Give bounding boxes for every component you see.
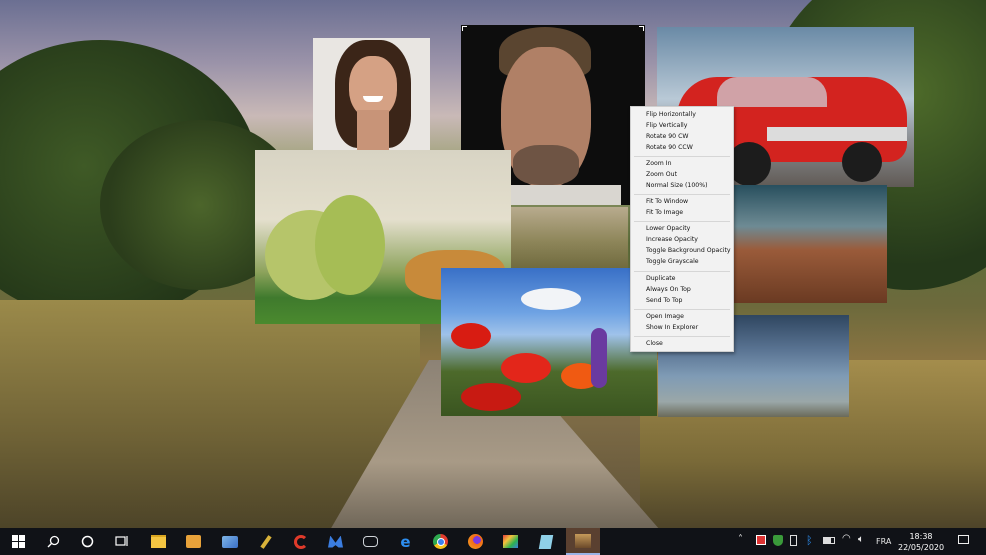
- clock-date: 22/05/2020: [898, 543, 945, 552]
- menu-item-open-image[interactable]: Open Image: [646, 313, 684, 320]
- image-canyon[interactable]: [732, 185, 887, 303]
- image-poppy-field[interactable]: [441, 268, 657, 416]
- notification-center-icon[interactable]: [958, 535, 969, 544]
- menu-separator: [634, 156, 730, 157]
- task-view-icon[interactable]: [113, 533, 130, 550]
- windows-start-icon[interactable]: [10, 533, 27, 550]
- menu-item-zoom-in[interactable]: Zoom In: [646, 160, 672, 167]
- menu-separator: [634, 309, 730, 310]
- tray-app-icon[interactable]: [756, 535, 766, 545]
- menu-item-show-in-explorer[interactable]: Show In Explorer: [646, 324, 698, 331]
- menu-item-always-on-top[interactable]: Always On Top: [646, 286, 691, 293]
- menu-item-flip-vertically[interactable]: Flip Vertically: [646, 122, 687, 129]
- menu-item-increase-opacity[interactable]: Increase Opacity: [646, 236, 698, 243]
- cortana-icon[interactable]: [79, 533, 96, 550]
- image-viewer-icon[interactable]: [566, 528, 600, 555]
- ccleaner-icon[interactable]: [292, 533, 309, 550]
- system-clock[interactable]: 18:38 22/05/2020: [898, 531, 944, 553]
- menu-item-rotate-90-ccw[interactable]: Rotate 90 CCW: [646, 144, 693, 151]
- cleaner-icon[interactable]: [257, 533, 274, 550]
- menu-item-normal-size[interactable]: Normal Size (100%): [646, 182, 708, 189]
- menu-separator: [634, 271, 730, 272]
- firefox-icon[interactable]: [467, 533, 484, 550]
- menu-item-duplicate[interactable]: Duplicate: [646, 275, 675, 282]
- menu-separator: [634, 194, 730, 195]
- image-autumn-park[interactable]: [511, 207, 628, 269]
- chrome-icon[interactable]: [432, 533, 449, 550]
- image-woman-portrait[interactable]: [313, 38, 430, 150]
- battery-icon[interactable]: [823, 537, 835, 544]
- menu-item-toggle-grayscale[interactable]: Toggle Grayscale: [646, 258, 699, 265]
- menu-item-fit-to-image[interactable]: Fit To Image: [646, 209, 683, 216]
- menu-item-rotate-90-cw[interactable]: Rotate 90 CW: [646, 133, 689, 140]
- chevron-up-icon[interactable]: ˄: [738, 534, 743, 545]
- media-player-icon[interactable]: [185, 533, 202, 550]
- camera-app-icon[interactable]: [362, 533, 379, 550]
- photo-app-icon[interactable]: [221, 533, 238, 550]
- edge-icon[interactable]: e: [397, 533, 414, 551]
- paint-icon[interactable]: [502, 533, 519, 550]
- menu-item-toggle-background-opacity[interactable]: Toggle Background Opacity: [646, 247, 731, 254]
- image-context-menu: Flip Horizontally Flip Vertically Rotate 9…: [630, 106, 734, 352]
- security-icon[interactable]: [773, 535, 783, 546]
- malwarebytes-icon[interactable]: [327, 533, 344, 550]
- menu-item-send-to-top[interactable]: Send To Top: [646, 297, 682, 304]
- file-explorer-icon[interactable]: [150, 533, 167, 550]
- language-indicator[interactable]: FRA: [876, 537, 891, 546]
- notepad-icon[interactable]: [537, 533, 554, 550]
- bluetooth-icon[interactable]: ᛒ: [806, 534, 813, 547]
- volume-icon[interactable]: 🔈︎: [858, 534, 864, 545]
- menu-item-zoom-out[interactable]: Zoom Out: [646, 171, 677, 178]
- search-icon[interactable]: [45, 533, 62, 550]
- menu-separator: [634, 221, 730, 222]
- resize-handle[interactable]: [462, 26, 467, 31]
- taskbar: e ˄ ᛒ ◠ 🔈︎ FRA 18:38 22/05/2020: [0, 528, 986, 555]
- resize-handle[interactable]: [639, 26, 644, 31]
- menu-item-flip-horizontally[interactable]: Flip Horizontally: [646, 111, 696, 118]
- menu-item-lower-opacity[interactable]: Lower Opacity: [646, 225, 690, 232]
- clock-time: 18:38: [909, 532, 933, 541]
- menu-separator: [634, 336, 730, 337]
- menu-item-fit-to-window[interactable]: Fit To Window: [646, 198, 688, 205]
- desktop-wallpaper: Flip Horizontally Flip Vertically Rotate 9…: [0, 0, 986, 528]
- menu-item-close[interactable]: Close: [646, 340, 663, 347]
- wifi-icon[interactable]: ◠: [842, 533, 851, 544]
- usb-eject-icon[interactable]: [790, 535, 797, 546]
